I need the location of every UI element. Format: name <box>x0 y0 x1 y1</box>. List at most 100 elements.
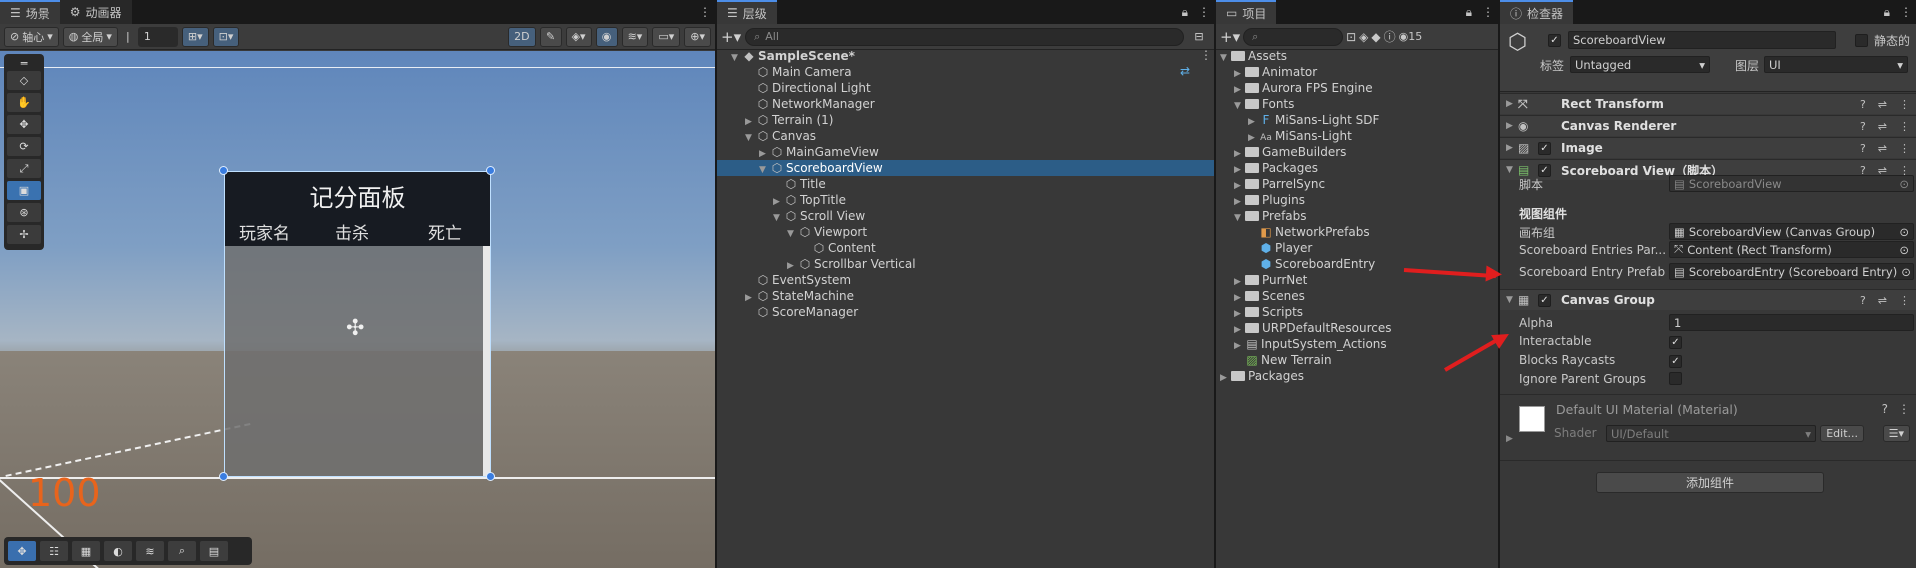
checkbox-icon[interactable]: ✓ <box>1538 293 1551 307</box>
chevron-right-icon[interactable]: ▶ <box>1506 143 1518 153</box>
more-menu-icon[interactable]: ⋮ <box>1899 294 1910 307</box>
rect-handle[interactable] <box>486 166 495 175</box>
more-menu-icon[interactable]: ⋮ <box>1198 5 1210 19</box>
layer-dropdown[interactable]: UI ▾ <box>1764 56 1908 73</box>
project-item[interactable]: ▶ ParrelSync <box>1216 176 1498 192</box>
chevron-right-icon[interactable]: ▶ <box>1506 434 1513 444</box>
increment-snap-button[interactable]: ⊡▾ <box>212 26 240 47</box>
mode-2d-button[interactable]: 2D <box>508 26 536 47</box>
splitter[interactable] <box>715 0 717 568</box>
project-item[interactable]: ▶ Scenes <box>1216 288 1498 304</box>
scene-viewport[interactable]: 记分面板 玩家名 击杀 死亡 ✣ 100 <box>0 51 715 568</box>
pivot-dropdown[interactable]: ⊘ 轴心 ▾ <box>4 26 59 47</box>
project-item[interactable]: ◧ NetworkPrefabs <box>1216 224 1498 240</box>
hierarchy-item[interactable]: ▶ ⬡ StateMachine <box>717 288 1214 304</box>
add-icon[interactable]: +▾ <box>721 28 741 46</box>
move-icon[interactable]: ✥ <box>7 115 41 134</box>
interactable-checkbox[interactable]: ✓ <box>1669 334 1682 349</box>
grid-size-input[interactable]: 1 <box>137 26 178 47</box>
gizmos-dropdown[interactable]: ⊕▾ <box>684 26 711 47</box>
search-icon[interactable]: ⌕ <box>168 541 196 561</box>
project-item[interactable]: ▶ Plugins <box>1216 192 1498 208</box>
transform-tool-icon[interactable]: ⊛ <box>7 203 41 222</box>
more-menu-icon[interactable]: ⋮ <box>1899 142 1910 155</box>
rotate-icon[interactable]: ⟳ <box>7 137 41 156</box>
project-item[interactable]: ▶ F MiSans-Light SDF <box>1216 112 1498 128</box>
shader-options-icon[interactable]: ☰▾ <box>1882 425 1910 442</box>
search-filter-icon[interactable]: ⊟ <box>1188 27 1210 47</box>
edit-shader-button[interactable]: Edit... <box>1820 425 1864 442</box>
scoreboard-canvas[interactable]: 记分面板 玩家名 击杀 死亡 ✣ <box>224 171 491 477</box>
project-item[interactable]: ▶ Animator <box>1216 64 1498 80</box>
hidden-count[interactable]: ◉15 <box>1399 30 1423 43</box>
rect-tool-icon[interactable]: ▣ <box>7 181 41 200</box>
hierarchy-item[interactable]: ⬡ Main Camera <box>717 64 1214 80</box>
project-item[interactable]: ▶ Packages <box>1216 368 1498 384</box>
project-item[interactable]: ⬢ Player <box>1216 240 1498 256</box>
layers-dropdown[interactable]: ≋▾ <box>621 26 649 47</box>
project-item[interactable]: ⬢ ScoreboardEntry <box>1216 256 1498 272</box>
display-icon[interactable]: ▤ <box>200 541 228 561</box>
hierarchy-item[interactable]: ▶ ⬡ TopTitle <box>717 192 1214 208</box>
project-item[interactable]: ▼ Assets <box>1216 48 1498 64</box>
project-item[interactable]: ▶ URPDefaultResources <box>1216 320 1498 336</box>
rect-handle[interactable] <box>486 472 495 481</box>
hierarchy-item[interactable]: ⬡ EventSystem <box>717 272 1214 288</box>
canvas-group-field[interactable]: ▦ ScoreboardView (Canvas Group) ⊙ <box>1669 223 1914 240</box>
align-icon[interactable]: ☷ <box>40 541 68 561</box>
hierarchy-item[interactable]: ▶ ⬡ Terrain (1) <box>717 112 1214 128</box>
help-icon[interactable]: ? <box>1882 402 1888 416</box>
view-tool-icon[interactable]: ◇ <box>7 71 41 90</box>
hierarchy-item[interactable]: ⬡ NetworkManager <box>717 96 1214 112</box>
tag-icon[interactable]: ◆ <box>1371 30 1380 44</box>
more-menu-icon[interactable]: ⋮ <box>1899 98 1910 111</box>
hierarchy-item[interactable]: ▶ ⬡ MainGameView <box>717 144 1214 160</box>
preset-icon[interactable]: ⇌ <box>1878 98 1887 111</box>
chevron-right-icon[interactable]: ▶ <box>1220 370 1231 386</box>
tab-inspector[interactable]: ⓘ 检查器 <box>1500 0 1574 24</box>
static-toggle[interactable]: 静态的 <box>1854 32 1910 49</box>
help-icon[interactable]: ? <box>1860 120 1866 133</box>
preset-icon[interactable]: ⇌ <box>1878 120 1887 133</box>
hierarchy-search-input[interactable]: ⌕ All <box>745 27 1184 46</box>
lock-icon[interactable]: 🔒︎ <box>1884 5 1890 20</box>
hierarchy-item[interactable]: ⬡ Title <box>717 176 1214 192</box>
grid-icon[interactable]: ▦ <box>72 541 100 561</box>
hierarchy-item[interactable]: ▼ ⬡ Viewport <box>717 224 1214 240</box>
lighting-toggle[interactable]: ✎ <box>539 26 562 47</box>
project-item[interactable]: ▶ Aurora FPS Engine <box>1216 80 1498 96</box>
splitter[interactable] <box>1214 0 1216 568</box>
ignore-parent-checkbox[interactable] <box>1669 372 1682 388</box>
component-header[interactable]: ▶ ⤧ Rect Transform? ⇌ ⋮ <box>1500 93 1916 114</box>
move-icon[interactable]: ✥ <box>8 541 36 561</box>
hierarchy-item[interactable]: ⬡ Content <box>717 240 1214 256</box>
component-header[interactable]: ▶ ◉ Canvas Renderer? ⇌ ⋮ <box>1500 115 1916 136</box>
hierarchy-item[interactable]: ▼ ⬡ Scroll View <box>717 208 1214 224</box>
blocks-raycasts-checkbox[interactable]: ✓ <box>1669 353 1682 368</box>
alpha-input[interactable]: 1 <box>1669 314 1914 331</box>
project-item[interactable]: ▶ Scripts <box>1216 304 1498 320</box>
component-canvas-group[interactable]: ▼ ▦ ✓ Canvas Group ? ⇌ ⋮ <box>1500 289 1916 310</box>
project-item[interactable]: ▶ GameBuilders <box>1216 144 1498 160</box>
more-menu-icon[interactable]: ⋮ <box>1482 5 1494 19</box>
component-header[interactable]: ▶ ▨ ✓ Image? ⇌ ⋮ <box>1500 137 1916 158</box>
custom-tool-icon[interactable]: ✢ <box>7 225 41 244</box>
hierarchy-item[interactable]: ▶ ⬡ Scrollbar Vertical <box>717 256 1214 272</box>
entries-parent-field[interactable]: ⤧ Content (Rect Transform) ⊙ <box>1669 241 1914 258</box>
shading-icon[interactable]: ◐ <box>104 541 132 561</box>
tab-project[interactable]: ▭ 项目 <box>1216 0 1277 24</box>
camera-dropdown[interactable]: ▭▾ <box>652 26 681 47</box>
hierarchy-item[interactable]: ⬡ Directional Light <box>717 80 1214 96</box>
hierarchy-item[interactable]: ▼ ⬡ Canvas <box>717 128 1214 144</box>
help-icon[interactable]: ? <box>1860 98 1866 111</box>
project-search-input[interactable]: ⌕ <box>1243 27 1344 46</box>
active-checkbox[interactable]: ✓ <box>1548 32 1561 47</box>
hierarchy-item[interactable]: ▼ ⬡ ScoreboardView <box>717 160 1214 176</box>
chevron-right-icon[interactable]: ▶ <box>1506 99 1518 109</box>
add-component-button[interactable]: 添加组件 <box>1596 472 1824 493</box>
object-name-input[interactable]: ScoreboardView <box>1568 31 1836 49</box>
tab-hierarchy[interactable]: ☰ 层级 <box>717 0 777 24</box>
more-menu-icon[interactable]: ⋮ <box>1900 5 1912 19</box>
shader-dropdown[interactable]: UI/Default ▾ <box>1606 425 1816 442</box>
search-by-label-icon[interactable]: ◈ <box>1359 30 1368 44</box>
